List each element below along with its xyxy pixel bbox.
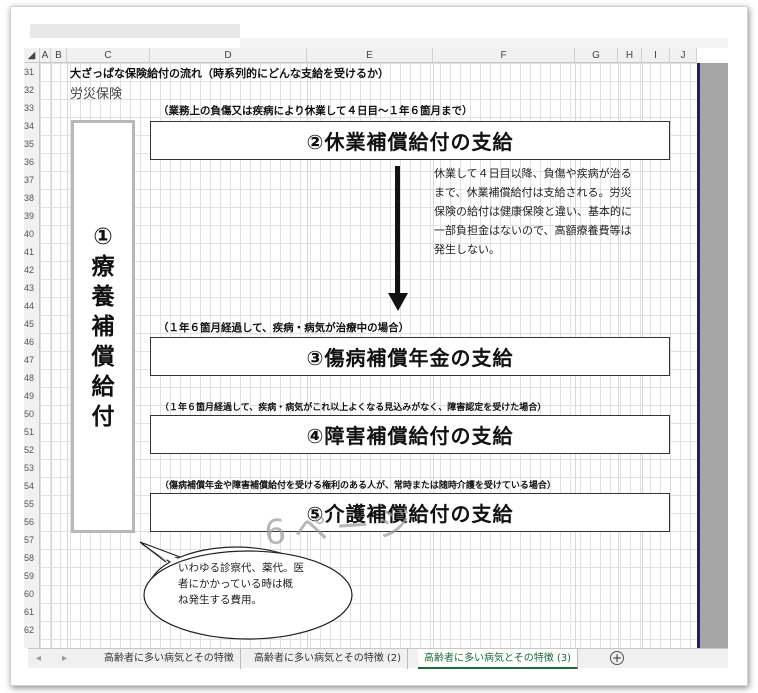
col-header-c[interactable]: C	[67, 48, 150, 63]
sheet-subtitle: 労災保険	[70, 87, 123, 102]
description-line: まで、休業補償給付は支給される。労災	[434, 186, 632, 199]
row-header[interactable]: 41	[24, 243, 39, 261]
row-header[interactable]: 38	[24, 189, 39, 207]
col-header-h[interactable]: H	[618, 48, 642, 63]
row-header[interactable]: 47	[24, 351, 39, 369]
down-arrow-shaft[interactable]	[395, 166, 400, 296]
col-header-a[interactable]: A	[40, 48, 51, 63]
description-line: 保険の給付は健康保険と違い、基本的に	[434, 205, 632, 218]
row-header[interactable]: 54	[24, 477, 39, 495]
row-header[interactable]: 58	[24, 549, 39, 567]
sheet-tab-2[interactable]: 高齢者に多い病気とその特徴 (2)	[248, 649, 409, 669]
grid-line	[670, 63, 671, 648]
box-char: 補	[91, 313, 115, 340]
grid-line	[51, 63, 52, 648]
step2-box[interactable]: ②休業補償給付の支給	[150, 121, 670, 160]
col-header-i[interactable]: I	[642, 48, 670, 63]
outside-print-area	[700, 63, 728, 648]
row-header[interactable]: 62	[24, 621, 39, 639]
row-header[interactable]: 57	[24, 531, 39, 549]
grid-line	[67, 63, 68, 648]
bubble-line: ね発生する費用。	[178, 594, 262, 606]
row-header[interactable]: 51	[24, 423, 39, 441]
step4-condition: （１年６箇月経過して、疾病・病気がこれ以上よくなる見込みがなく、障害認定を受けた…	[160, 403, 547, 413]
step3-box[interactable]: ③傷病補償年金の支給	[150, 337, 670, 376]
ryoyo-hosho-box[interactable]: ① 療 養 補 償 給 付	[71, 120, 135, 533]
add-sheet-icon[interactable]: +	[610, 651, 624, 665]
row-header[interactable]: 59	[24, 567, 39, 585]
speech-bubble-text: いわゆる診察代、薬代。医 者にかかっている時は概 ね発生する費用。	[178, 560, 308, 608]
col-header-f[interactable]: F	[433, 48, 575, 63]
box-number: ①	[93, 223, 113, 250]
row-header[interactable]: 40	[24, 225, 39, 243]
toolbar-strip	[240, 38, 728, 48]
description-line: 一部負担金はないので、高額療養費等は	[434, 224, 632, 237]
column-headers: ◢ A B C D E F G H I J	[24, 48, 697, 63]
row-header[interactable]: 50	[24, 405, 39, 423]
row-header[interactable]: 55	[24, 495, 39, 513]
row-header[interactable]: 52	[24, 441, 39, 459]
corner-select-all[interactable]: ◢	[24, 48, 40, 63]
row-headers: 31 32 33 34 35 36 37 38 39 40 41 42 43 4…	[24, 63, 40, 648]
row-header[interactable]: 31	[24, 63, 39, 81]
formula-area	[30, 24, 240, 38]
row-header[interactable]: 48	[24, 369, 39, 387]
col-header-d[interactable]: D	[150, 48, 307, 63]
step2-description: 休業して４日目以降、負傷や疾病が治る まで、休業補償給付は支給される。労災 保険…	[434, 164, 666, 259]
bubble-line: いわゆる診察代、薬代。医	[178, 562, 304, 574]
col-header-j[interactable]: J	[670, 48, 697, 63]
step4-box[interactable]: ④障害補償給付の支給	[150, 415, 670, 454]
description-line: 発生しない。	[434, 243, 500, 256]
row-header[interactable]: 37	[24, 171, 39, 189]
col-header-g[interactable]: G	[575, 48, 618, 63]
row-header[interactable]: 33	[24, 99, 39, 117]
row-header[interactable]: 60	[24, 585, 39, 603]
bubble-line: 者にかかっている時は概	[178, 578, 293, 590]
description-line: 休業して４日目以降、負傷や疾病が治る	[434, 167, 632, 180]
sheet-tab-1[interactable]: 高齢者に多い病気とその特徴	[98, 649, 241, 669]
row-header[interactable]: 43	[24, 279, 39, 297]
step3-condition: （１年６箇月経過して、疾病・病気が治療中の場合）	[158, 322, 410, 334]
row-header[interactable]: 53	[24, 459, 39, 477]
row-header[interactable]: 49	[24, 387, 39, 405]
tab-next-icon[interactable]: ▸	[62, 649, 67, 669]
row-header[interactable]: 34	[24, 117, 39, 135]
row-header[interactable]: 36	[24, 153, 39, 171]
step5-condition: （傷病補償年金や障害補償給付を受ける権利のある人が、常時または随時介護を受けてい…	[160, 481, 556, 491]
box-char: 付	[91, 403, 115, 430]
row-header[interactable]: 35	[24, 135, 39, 153]
row-header[interactable]: 61	[24, 603, 39, 621]
step2-condition: （業務上の負傷又は疾病により休業して４日目～１年６箇月まで）	[158, 105, 473, 117]
row-header[interactable]: 44	[24, 297, 39, 315]
sheet-title: 大ざっぱな保険給付の流れ（時系列的にどんな支給を受けるか）	[70, 67, 389, 80]
box-char: 養	[91, 283, 115, 310]
col-header-b[interactable]: B	[51, 48, 67, 63]
box-char: 給	[91, 373, 115, 400]
sheet-tab-3-active[interactable]: 高齢者に多い病気とその特徴 (3)	[418, 649, 579, 669]
box-char: 償	[91, 343, 115, 370]
row-header[interactable]: 39	[24, 207, 39, 225]
box-char: 療	[91, 253, 115, 280]
row-header[interactable]: 45	[24, 315, 39, 333]
row-header[interactable]: 42	[24, 261, 39, 279]
row-header[interactable]: 46	[24, 333, 39, 351]
tab-prev-icon[interactable]: ◂	[36, 649, 41, 669]
row-header[interactable]: 32	[24, 81, 39, 99]
col-header-e[interactable]: E	[307, 48, 433, 63]
down-arrow-icon	[388, 293, 408, 311]
sheet-tab-bar: ◂ ▸ 高齢者に多い病気とその特徴 高齢者に多い病気とその特徴 (2) 高齢者に…	[28, 648, 728, 669]
row-header[interactable]: 56	[24, 513, 39, 531]
